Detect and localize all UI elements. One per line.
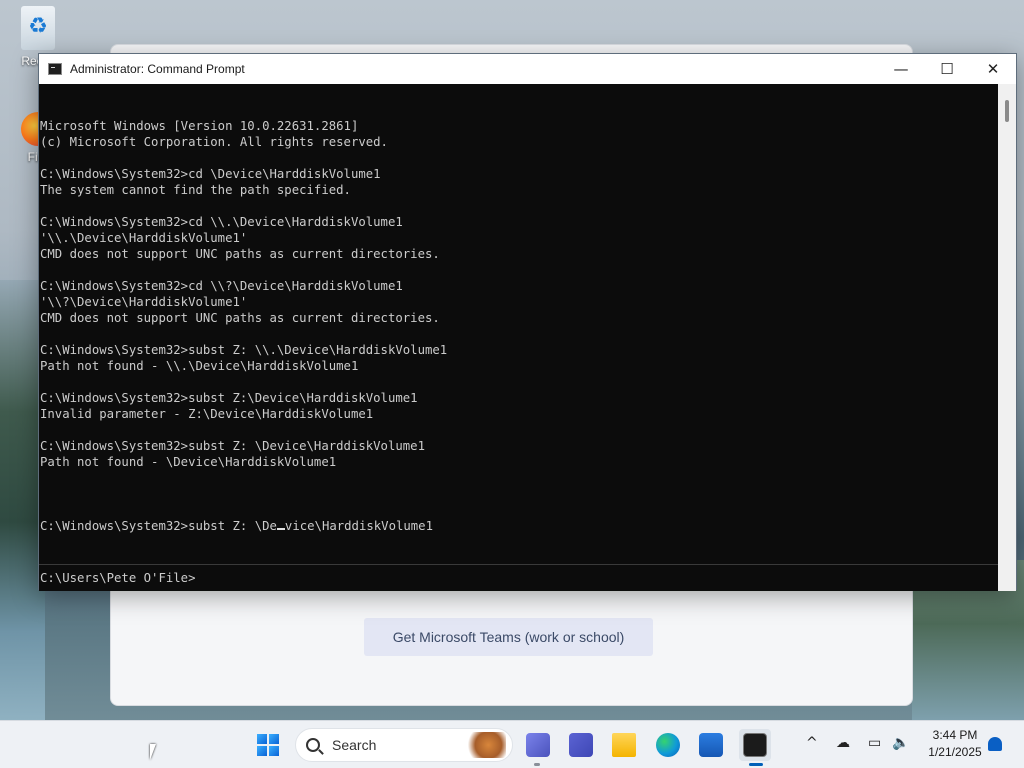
edge-icon: [656, 733, 680, 757]
recycle-bin-icon: [21, 6, 55, 50]
edge-taskbar-button[interactable]: [652, 729, 684, 761]
clock-date: 1/21/2025: [928, 745, 982, 759]
console-line: C:\Windows\System32>subst Z: \Device\Har…: [40, 439, 425, 453]
volume-icon[interactable]: 🔈: [892, 735, 909, 751]
store-taskbar-button[interactable]: [695, 729, 727, 761]
teams-work-taskbar-button[interactable]: [565, 729, 597, 761]
terminal-active-indicator: [749, 763, 763, 766]
title-bar[interactable]: Administrator: Command Prompt — ☐ ✕: [39, 54, 1016, 84]
search-highlight-icon: [462, 732, 506, 758]
console-input-after-cursor: vice\HarddiskVolume1: [284, 519, 433, 533]
text-cursor: [276, 528, 285, 530]
console-output[interactable]: Microsoft Windows [Version 10.0.22631.28…: [39, 84, 999, 564]
start-button[interactable]: [252, 729, 284, 761]
console-line: Path not found - \\.\Device\HarddiskVolu…: [40, 359, 359, 373]
console-history: Microsoft Windows [Version 10.0.22631.28…: [40, 118, 999, 486]
mouse-pointer-icon: [150, 744, 156, 760]
console-prompt: C:\Windows\System32>: [40, 519, 189, 533]
console-line: Microsoft Windows [Version 10.0.22631.28…: [40, 119, 359, 133]
console-line: '\\.\Device\HarddiskVolume1': [40, 231, 248, 245]
taskbar-search[interactable]: Search: [295, 728, 513, 762]
notification-bell-icon[interactable]: [988, 737, 1002, 751]
console-line: Invalid parameter - Z:\Device\HarddiskVo…: [40, 407, 374, 421]
command-prompt-window: Administrator: Command Prompt — ☐ ✕ Micr…: [38, 53, 1017, 591]
teams-taskbar-button[interactable]: [522, 729, 554, 761]
console-line: CMD does not support UNC paths as curren…: [40, 247, 440, 261]
search-placeholder: Search: [332, 737, 377, 753]
console-line: '\\?\Device\HarddiskVolume1': [40, 295, 248, 309]
terminal-icon: [743, 733, 767, 757]
console-line: CMD does not support UNC paths as curren…: [40, 311, 440, 325]
file-explorer-taskbar-button[interactable]: [608, 729, 640, 761]
secondary-prompt-line: C:\Users\Pete O'File>: [39, 564, 999, 591]
maximize-button[interactable]: ☐: [924, 54, 970, 84]
console-line: C:\Windows\System32>cd \\.\Device\Harddi…: [40, 215, 403, 229]
console-input-before-cursor: subst Z: \De: [188, 519, 277, 533]
vertical-scrollbar[interactable]: [998, 84, 1016, 564]
scrollbar-thumb[interactable]: [1005, 100, 1009, 122]
teams-icon: [526, 733, 550, 757]
search-icon: [306, 738, 320, 752]
microsoft-store-icon: [699, 733, 723, 757]
file-explorer-icon: [612, 733, 636, 757]
system-clock[interactable]: 3:44 PM 1/21/2025: [920, 727, 990, 761]
console-line: C:\Windows\System32>cd \\?\Device\Harddi…: [40, 279, 403, 293]
console-line: (c) Microsoft Corporation. All rights re…: [40, 135, 388, 149]
console-line: C:\Windows\System32>cd \Device\HarddiskV…: [40, 167, 381, 181]
console-line: Path not found - \Device\HarddiskVolume1: [40, 455, 337, 469]
window-title: Administrator: Command Prompt: [70, 62, 245, 76]
scrollbar-corner: [998, 564, 1016, 591]
network-icon[interactable]: ▭: [868, 735, 881, 751]
terminal-taskbar-button[interactable]: [739, 729, 771, 761]
console-current-line[interactable]: C:\Windows\System32>subst Z: \De vice\Har…: [40, 518, 999, 534]
console-line: C:\Windows\System32>subst Z: \\.\Device\…: [40, 343, 448, 357]
clock-time: 3:44 PM: [932, 728, 978, 742]
console-line: C:\Windows\System32>subst Z:\Device\Hard…: [40, 391, 418, 405]
teams-running-indicator: [534, 763, 540, 766]
teams-work-icon: [569, 733, 593, 757]
minimize-button[interactable]: —: [878, 54, 924, 84]
onedrive-icon[interactable]: ☁: [836, 735, 850, 751]
console-line: The system cannot find the path specifie…: [40, 183, 351, 197]
start-icon: [257, 734, 279, 756]
get-teams-button[interactable]: Get Microsoft Teams (work or school): [364, 618, 653, 656]
cmd-icon: [48, 63, 62, 75]
chevron-up-icon[interactable]: ^: [806, 735, 818, 751]
close-button[interactable]: ✕: [970, 54, 1016, 84]
